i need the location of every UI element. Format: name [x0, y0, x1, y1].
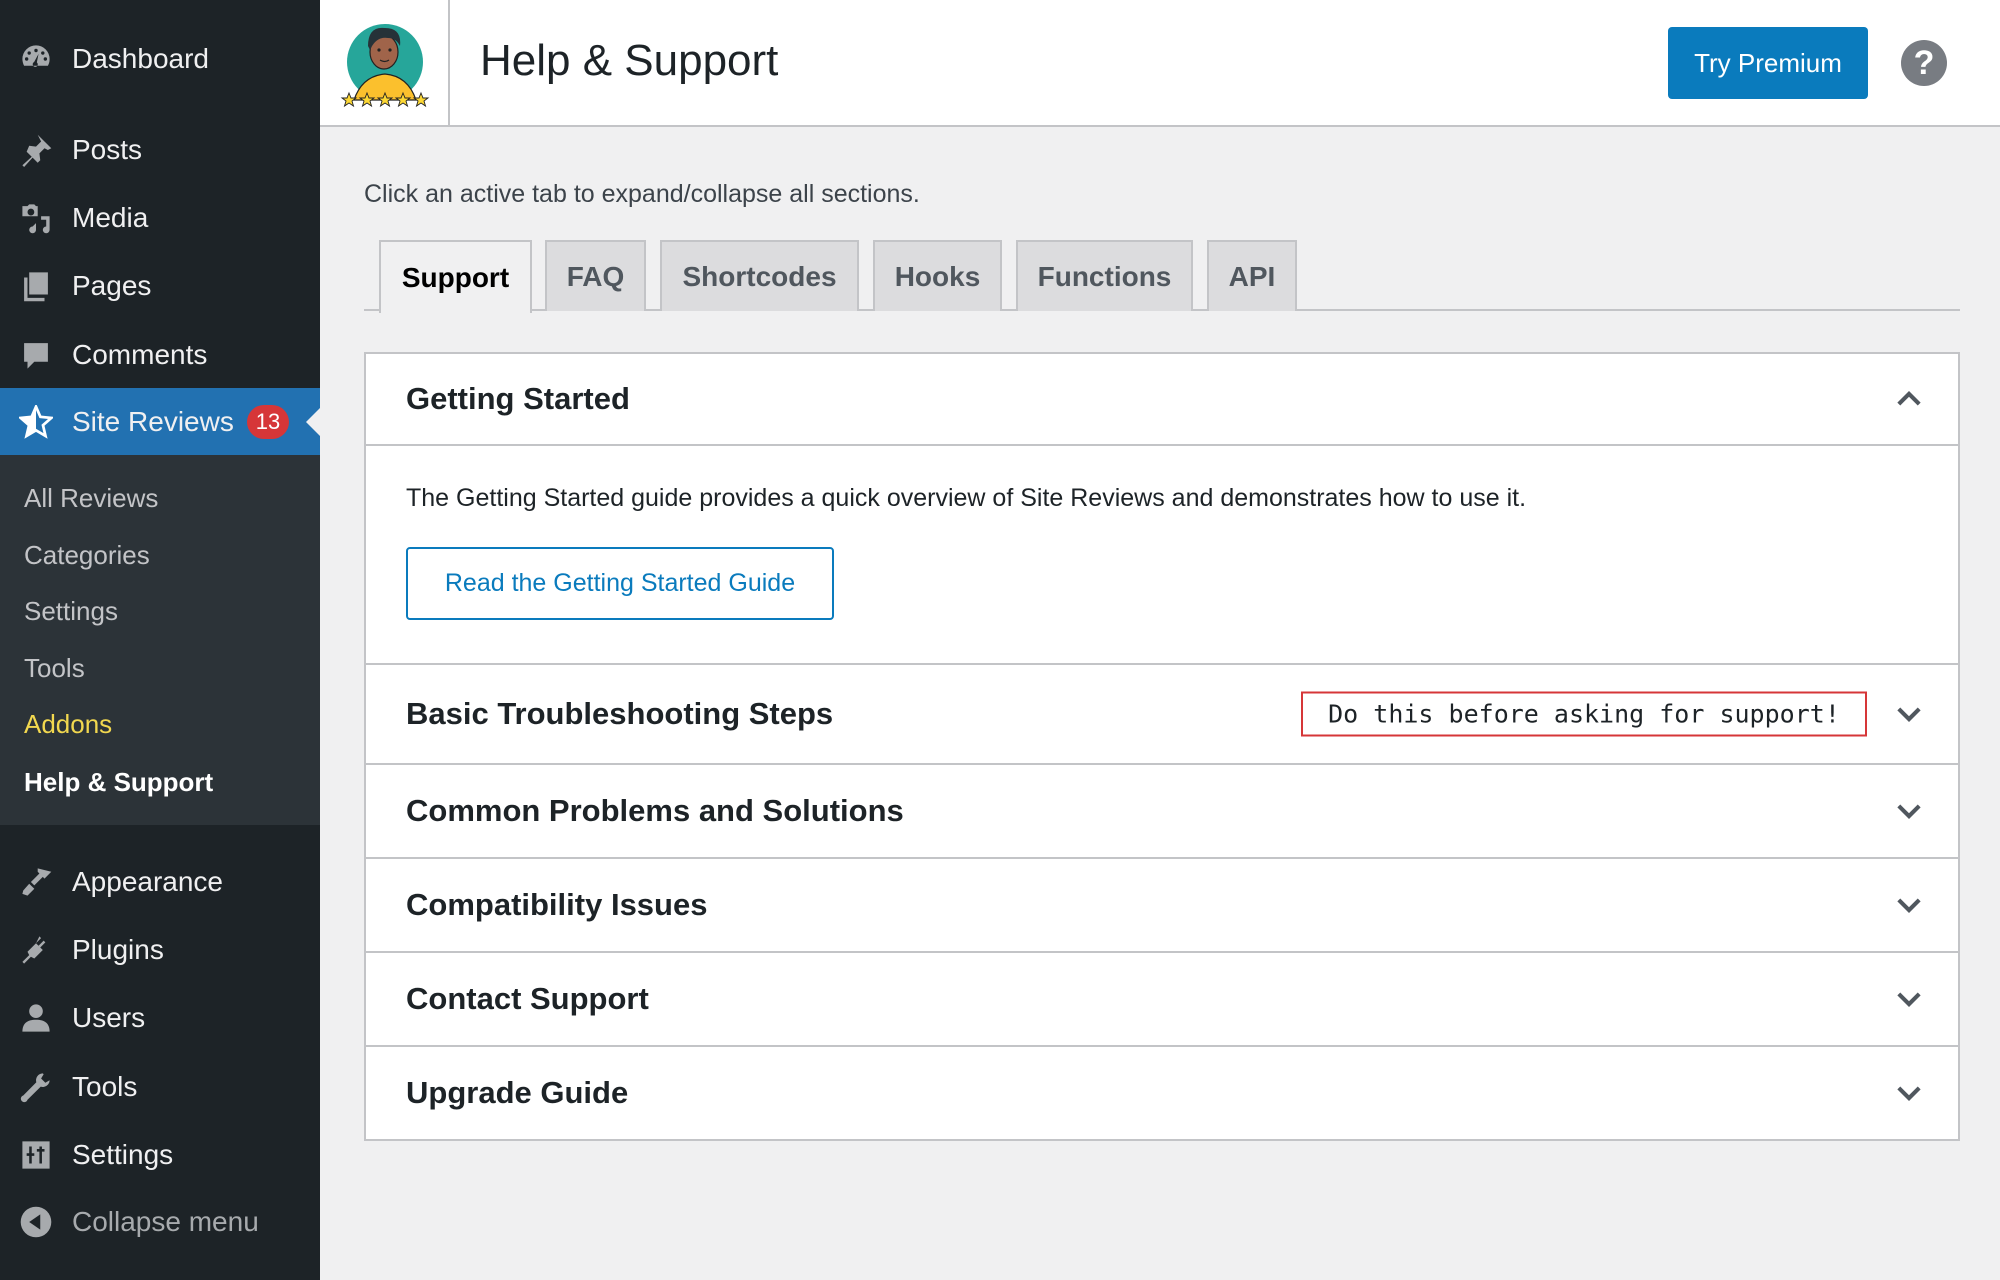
chevron-down-icon	[1892, 888, 1926, 922]
pages-icon	[18, 268, 54, 304]
sidebar-item-label: Posts	[72, 134, 143, 165]
sidebar-item-label: Plugins	[72, 934, 164, 965]
pin-icon	[18, 132, 54, 168]
tab-hooks[interactable]: Hooks	[873, 240, 1002, 311]
admin-sidebar: Dashboard Posts Media Pages Comments Sit…	[0, 0, 320, 1280]
section-common-problems: Common Problems and Solutions	[366, 765, 1958, 859]
collapse-arrow-icon	[18, 1204, 54, 1240]
help-question-icon[interactable]: ?	[1901, 40, 1947, 86]
chevron-down-icon	[1892, 697, 1926, 731]
sidebar-item-label: Comments	[72, 339, 208, 370]
page-title: Help & Support	[480, 36, 779, 85]
chevron-down-icon	[1892, 1076, 1926, 1110]
section-header[interactable]: Basic Troubleshooting Steps Do this befo…	[366, 665, 1958, 763]
submenu-settings[interactable]: Settings	[24, 596, 118, 627]
section-header[interactable]: Common Problems and Solutions	[366, 765, 1958, 857]
submenu-tools[interactable]: Tools	[24, 653, 85, 684]
support-warning-note: Do this before asking for support!	[1301, 691, 1867, 737]
sidebar-item-settings[interactable]: Settings	[0, 1125, 320, 1185]
section-getting-started: Getting Started The Getting Started guid…	[366, 354, 1958, 665]
user-icon	[18, 1000, 54, 1036]
sidebar-item-label: Appearance	[72, 866, 224, 897]
try-premium-button[interactable]: Try Premium	[1668, 27, 1868, 99]
support-sections-card: Getting Started The Getting Started guid…	[364, 352, 1960, 1141]
sidebar-item-label: Dashboard	[72, 43, 209, 74]
sidebar-item-label: Users	[72, 1002, 146, 1033]
tab-api[interactable]: API	[1207, 240, 1297, 311]
sidebar-item-users[interactable]: Users	[0, 988, 320, 1048]
avatar-logo-icon	[340, 24, 430, 108]
dashboard-icon	[18, 41, 54, 77]
section-title: Common Problems and Solutions	[406, 793, 904, 828]
tab-support[interactable]: Support	[379, 240, 532, 313]
sidebar-item-label: Pages	[72, 270, 152, 301]
read-guide-button[interactable]: Read the Getting Started Guide	[406, 547, 834, 620]
sidebar-item-dashboard[interactable]: Dashboard	[0, 29, 320, 89]
section-header[interactable]: Contact Support	[366, 953, 1958, 1045]
submenu-categories[interactable]: Categories	[24, 540, 150, 571]
section-compatibility: Compatibility Issues	[366, 859, 1958, 953]
chevron-down-icon	[1892, 982, 1926, 1016]
section-header[interactable]: Getting Started	[366, 354, 1958, 446]
brush-icon	[18, 864, 54, 900]
tab-functions[interactable]: Functions	[1016, 240, 1193, 311]
wrench-icon	[18, 1069, 54, 1105]
submenu-help-support[interactable]: Help & Support	[24, 767, 213, 798]
sidebar-item-comments[interactable]: Comments	[0, 325, 320, 385]
sidebar-item-label: Settings	[72, 1139, 174, 1170]
sidebar-item-posts[interactable]: Posts	[0, 120, 320, 180]
sliders-icon	[18, 1137, 54, 1173]
section-title: Upgrade Guide	[406, 1075, 629, 1110]
sidebar-item-label: Media	[72, 202, 149, 233]
sidebar-item-appearance[interactable]: Appearance	[0, 852, 320, 912]
chevron-up-icon	[1892, 382, 1926, 416]
sidebar-item-pages[interactable]: Pages	[0, 256, 320, 316]
comment-icon	[18, 337, 54, 373]
sidebar-item-media[interactable]: Media	[0, 188, 320, 248]
section-body: The Getting Started guide provides a qui…	[406, 484, 1527, 620]
sidebar-item-plugins[interactable]: Plugins	[0, 920, 320, 980]
plug-icon	[18, 932, 54, 968]
section-upgrade-guide: Upgrade Guide	[366, 1047, 1958, 1139]
site-reviews-submenu: All Reviews Categories Settings Tools Ad…	[0, 455, 320, 825]
section-description: The Getting Started guide provides a qui…	[406, 484, 1527, 512]
plugin-logo	[320, 0, 450, 125]
submenu-addons[interactable]: Addons	[24, 709, 112, 740]
chevron-down-icon	[1892, 794, 1926, 828]
section-title: Compatibility Issues	[406, 887, 708, 922]
sidebar-item-label: Collapse menu	[72, 1206, 259, 1237]
section-header[interactable]: Upgrade Guide	[366, 1047, 1958, 1139]
submenu-all-reviews[interactable]: All Reviews	[24, 483, 158, 514]
section-header[interactable]: Compatibility Issues	[366, 859, 1958, 951]
section-title: Contact Support	[406, 981, 649, 1016]
media-icon	[18, 200, 54, 236]
section-troubleshooting: Basic Troubleshooting Steps Do this befo…	[366, 665, 1958, 765]
tab-faq[interactable]: FAQ	[545, 240, 646, 311]
sidebar-item-label: Tools	[72, 1071, 138, 1102]
section-contact-support: Contact Support	[366, 953, 1958, 1047]
tab-shortcodes[interactable]: Shortcodes	[660, 240, 859, 311]
section-title: Getting Started	[406, 381, 630, 416]
sidebar-item-label: Site Reviews	[72, 405, 234, 437]
tab-bar: Support FAQ Shortcodes Hooks Functions A…	[364, 240, 1960, 313]
collapse-menu-button[interactable]: Collapse menu	[0, 1192, 320, 1252]
sidebar-item-site-reviews[interactable]: Site Reviews 13	[0, 388, 320, 455]
page-header: Help & Support Try Premium ?	[320, 0, 2000, 127]
star-icon	[18, 404, 54, 440]
sidebar-item-tools[interactable]: Tools	[0, 1057, 320, 1117]
pending-count-badge: 13	[247, 404, 289, 439]
tabs-hint-text: Click an active tab to expand/collapse a…	[364, 180, 920, 208]
section-title: Basic Troubleshooting Steps	[406, 696, 834, 731]
